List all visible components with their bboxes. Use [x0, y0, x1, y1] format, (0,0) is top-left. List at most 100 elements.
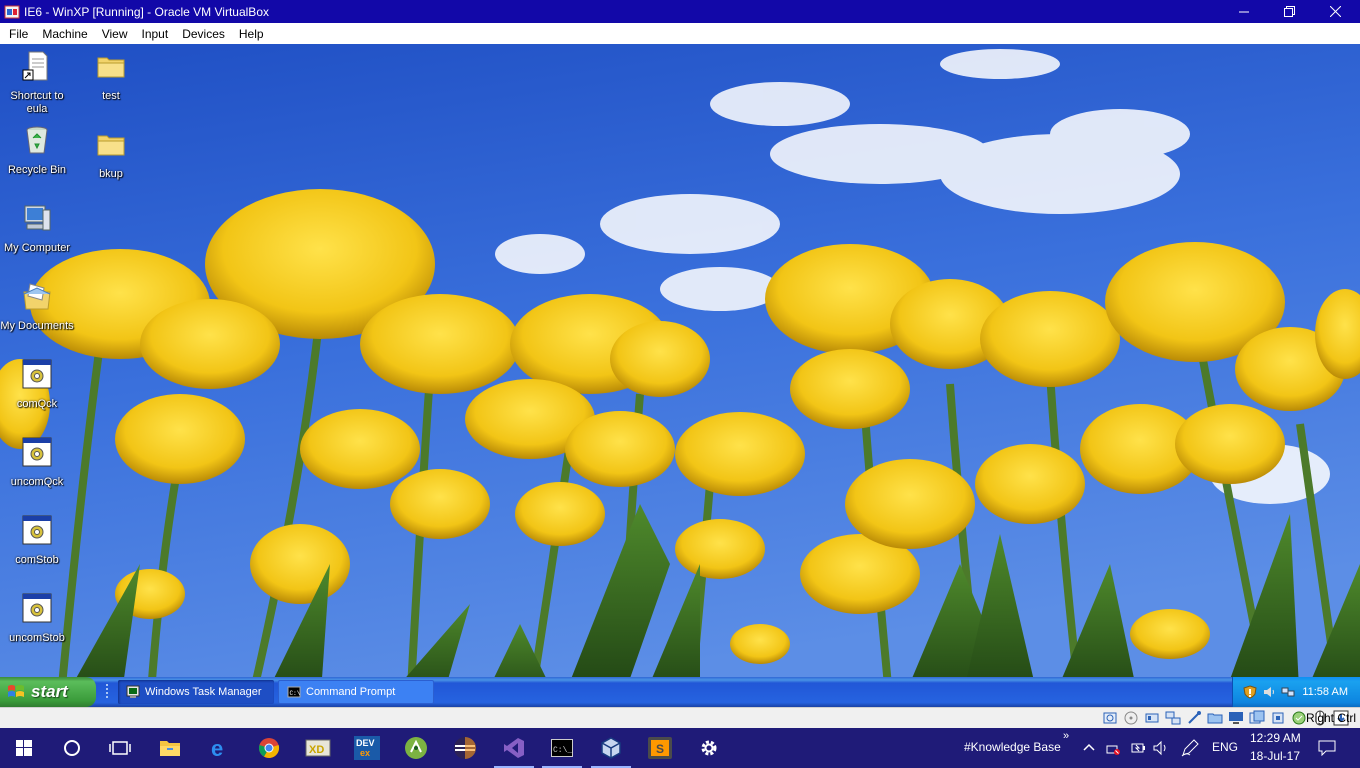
menu-devices[interactable]: Devices — [175, 27, 232, 41]
terminal-icon: C:\_ — [551, 739, 573, 757]
audio-status-icon[interactable] — [1144, 710, 1160, 726]
menu-input[interactable]: Input — [135, 27, 176, 41]
terminal-button[interactable]: C:\_ — [538, 728, 586, 768]
display-status-icon[interactable] — [1228, 710, 1244, 726]
network-status-icon[interactable] — [1165, 710, 1181, 726]
android-studio-icon — [405, 737, 427, 759]
xp-system-tray: 11:58 AM — [1232, 677, 1360, 707]
desktop-icon-eula-shortcut[interactable]: Shortcut to eula — [0, 50, 74, 116]
menu-machine[interactable]: Machine — [35, 27, 94, 41]
chrome-icon — [258, 738, 280, 758]
taskbar-command-prompt[interactable]: C:\ Command Prompt — [278, 680, 434, 704]
desktop-icon-uncomqck[interactable]: uncomQck — [0, 436, 74, 489]
windows-xp-flag-icon — [8, 685, 24, 697]
cortana-button[interactable] — [48, 728, 96, 768]
edge-icon: e — [211, 737, 223, 759]
desktop-icon-comqck[interactable]: comQck — [0, 358, 74, 411]
cpu-status-icon[interactable] — [1270, 710, 1286, 726]
volume-icon[interactable] — [1263, 685, 1275, 699]
virtualbox-button[interactable] — [587, 728, 635, 768]
batch-file-icon — [22, 437, 52, 467]
security-alert-icon[interactable] — [1243, 685, 1257, 699]
menu-file[interactable]: File — [0, 27, 35, 41]
file-explorer-button[interactable] — [146, 728, 194, 768]
desktop-icon-my-computer[interactable]: My Computer — [0, 202, 74, 255]
network-icon[interactable] — [1281, 685, 1295, 699]
recycle-bin-icon — [26, 126, 48, 154]
desktop-icon-label: test — [102, 90, 120, 102]
task-manager-icon — [126, 685, 140, 698]
task-label: Windows Task Manager — [145, 686, 262, 698]
guest-screen[interactable]: Shortcut to eula test Recycle Bin bkup M… — [0, 44, 1360, 707]
sublime-text-button[interactable]: S — [636, 728, 684, 768]
edge-button[interactable]: e — [196, 728, 244, 768]
vbox-titlebar: IE6 - WinXP [Running] - Oracle VM Virtua… — [0, 0, 1360, 23]
batch-file-icon — [22, 593, 52, 623]
toolbar-overflow-chevron-icon[interactable]: » — [1063, 730, 1069, 742]
desktop-icon-uncomstob[interactable]: uncomStob — [0, 592, 74, 645]
devex-button[interactable]: DEV ex — [343, 728, 391, 768]
shared-folders-status-icon[interactable] — [1207, 710, 1223, 726]
folder-icon — [97, 57, 125, 78]
start-label: start — [31, 682, 68, 701]
optical-drive-status-icon[interactable] — [1123, 710, 1139, 726]
desktop-icon-my-documents[interactable]: My Documents — [0, 280, 74, 333]
desktop-icon-recycle-bin[interactable]: Recycle Bin — [0, 124, 74, 177]
my-computer-icon — [24, 205, 51, 231]
pen-workspace-icon[interactable] — [1181, 739, 1199, 757]
visual-studio-button[interactable] — [490, 728, 538, 768]
hard-disk-status-icon[interactable] — [1102, 710, 1118, 726]
show-hidden-icons-chevron-icon[interactable] — [1083, 742, 1095, 752]
task-view-button[interactable] — [96, 728, 144, 768]
windows-start-icon — [16, 740, 32, 756]
usb-status-icon[interactable] — [1186, 710, 1202, 726]
close-button[interactable] — [1312, 0, 1358, 23]
svg-text:ex: ex — [360, 748, 370, 758]
desktop-icon-label: comStob — [15, 554, 59, 566]
menu-view[interactable]: View — [95, 27, 135, 41]
desktop-icon-label: Recycle Bin — [7, 164, 67, 176]
start-button[interactable]: start — [0, 677, 96, 707]
virtualization-status-icon[interactable] — [1291, 710, 1307, 726]
svg-text:DEV: DEV — [356, 738, 375, 748]
restore-icon — [1283, 6, 1295, 17]
cortana-icon — [64, 740, 80, 756]
quick-launch-grip-icon — [106, 684, 108, 698]
taskbar-task-manager[interactable]: Windows Task Manager — [118, 680, 274, 704]
volume-icon[interactable] — [1153, 740, 1169, 756]
windows-start-button[interactable] — [0, 728, 48, 768]
xp-clock[interactable]: 11:58 AM — [1302, 686, 1348, 698]
task-label: Command Prompt — [306, 686, 396, 698]
app-xd-button[interactable]: XD — [294, 728, 342, 768]
action-center-icon[interactable] — [1318, 740, 1336, 756]
network-disconnected-icon[interactable] — [1105, 740, 1121, 756]
desktop-icon-bkup-folder[interactable]: bkup — [74, 128, 148, 181]
eclipse-button[interactable] — [441, 728, 489, 768]
chrome-button[interactable] — [245, 728, 293, 768]
battery-power-icon[interactable] — [1130, 740, 1146, 756]
tulip-wallpaper — [0, 44, 1360, 707]
desktop-icon-label: bkup — [99, 168, 123, 180]
knowledge-base-toolbar[interactable]: #Knowledge Base — [964, 740, 1061, 754]
desktop-icon-test-folder[interactable]: test — [74, 50, 148, 103]
input-language[interactable]: ENG — [1212, 740, 1238, 754]
sublime-text-icon: S — [648, 737, 672, 759]
menu-help[interactable]: Help — [232, 27, 271, 41]
settings-button[interactable] — [685, 728, 733, 768]
desktop-icon-label: My Documents — [0, 320, 74, 332]
minimize-button[interactable] — [1221, 0, 1267, 23]
batch-file-icon — [22, 515, 52, 545]
visual-studio-icon — [504, 738, 524, 758]
svg-text:C:\: C:\ — [290, 690, 301, 697]
host-clock-date[interactable]: 18-Jul-17 — [1250, 749, 1300, 763]
eclipse-icon — [454, 737, 476, 759]
android-studio-button[interactable] — [392, 728, 440, 768]
virtualbox-icon — [601, 737, 621, 759]
svg-text:C:\_: C:\_ — [553, 746, 572, 755]
restore-button[interactable] — [1266, 0, 1312, 23]
host-clock-time[interactable]: 12:29 AM — [1250, 731, 1301, 745]
my-documents-icon — [23, 283, 51, 310]
video-capture-status-icon[interactable] — [1249, 710, 1265, 726]
desktop-icon-label: comQck — [16, 398, 58, 410]
desktop-icon-comstob[interactable]: comStob — [0, 514, 74, 567]
